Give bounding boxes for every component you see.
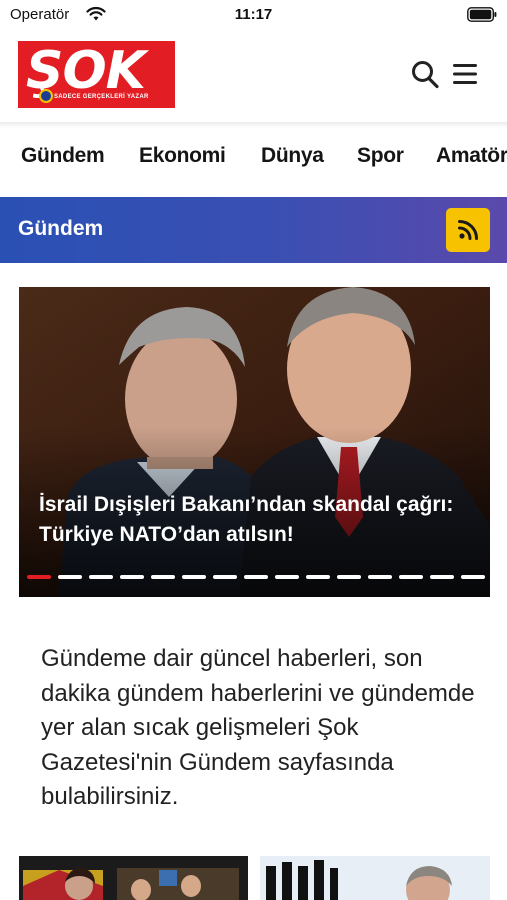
nav-item-spor[interactable]: Spor — [357, 144, 404, 168]
nav-item-gundem[interactable]: Gündem — [21, 144, 105, 168]
slider-dot[interactable] — [368, 575, 392, 579]
slider-dot[interactable] — [337, 575, 361, 579]
slider-dot[interactable] — [306, 575, 330, 579]
rss-icon — [458, 220, 478, 240]
slider-dot[interactable] — [430, 575, 454, 579]
slider-dot[interactable] — [89, 575, 113, 579]
news-thumbnail-image — [19, 856, 248, 900]
news-card-thumbnail[interactable] — [260, 856, 490, 900]
nav-item-dunya[interactable]: Dünya — [261, 144, 324, 168]
clock: 11:17 — [234, 6, 273, 23]
search-icon[interactable] — [410, 58, 440, 90]
logo-badge-icon — [39, 89, 53, 103]
hero-image — [19, 287, 490, 597]
slider-dot[interactable] — [399, 575, 423, 579]
slider-dot[interactable] — [275, 575, 299, 579]
slider-dot[interactable] — [120, 575, 144, 579]
status-bar: Operatör 11:17 — [0, 0, 507, 32]
section-header: Gündem — [0, 197, 507, 263]
slider-dot[interactable] — [461, 575, 485, 579]
slider-dot[interactable] — [151, 575, 175, 579]
hamburger-menu-icon[interactable] — [451, 60, 479, 88]
hero-headline[interactable]: İsrail Dışişleri Bakanı’ndan skandal çağ… — [39, 490, 469, 550]
hero-slider[interactable]: İsrail Dışişleri Bakanı’ndan skandal çağ… — [19, 287, 490, 597]
section-title: Gündem — [18, 217, 104, 240]
rss-button[interactable] — [446, 208, 490, 252]
news-card-thumbnail[interactable] — [19, 856, 248, 900]
battery-icon — [467, 7, 497, 22]
app-header: ŞOK SADECE GERÇEKLERİ YAZAR — [0, 32, 507, 122]
slider-dot[interactable] — [58, 575, 82, 579]
slider-dot[interactable] — [244, 575, 268, 579]
nav-item-amator[interactable]: Amatör — [436, 144, 507, 168]
logo-tagline: SADECE GERÇEKLERİ YAZAR — [54, 94, 149, 100]
slider-pagination — [27, 575, 487, 581]
sok-logo[interactable]: ŞOK SADECE GERÇEKLERİ YAZAR — [18, 41, 175, 108]
section-description: Gündeme dair güncel haberleri, son dakik… — [41, 645, 475, 810]
slider-dot[interactable] — [213, 575, 237, 579]
slider-dot[interactable] — [182, 575, 206, 579]
category-nav: Gündem Ekonomi Dünya Spor Amatör — [0, 128, 507, 196]
slider-dot-active[interactable] — [27, 575, 51, 579]
news-thumbnail-image — [260, 856, 490, 900]
nav-item-ekonomi[interactable]: Ekonomi — [139, 144, 226, 168]
